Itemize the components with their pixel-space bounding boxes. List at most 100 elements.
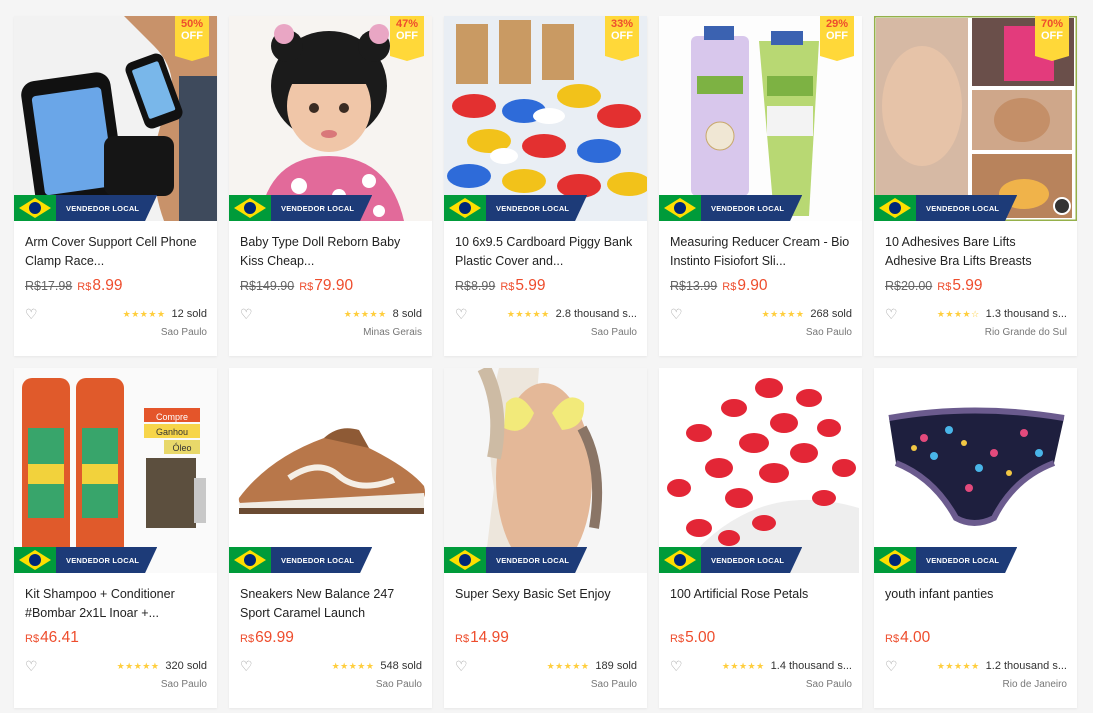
brazil-flag-icon	[229, 547, 271, 573]
brazil-flag-icon	[659, 547, 701, 573]
current-price: R$5.00	[670, 629, 715, 647]
product-name[interactable]: Kit Shampoo + Conditioner #Bombar 2x1L I…	[25, 585, 207, 623]
brazil-flag-icon	[444, 195, 486, 221]
product-name[interactable]: 100 Artificial Rose Petals	[670, 585, 852, 623]
product-name[interactable]: Sneakers New Balance 247 Sport Caramel L…	[240, 585, 422, 623]
sold-count: 2.8 thousand s...	[555, 308, 637, 320]
discount-percent: 33%	[610, 18, 634, 30]
product-image[interactable]: VENDEDOR LOCAL	[659, 368, 862, 573]
heart-icon[interactable]: ♡	[455, 307, 469, 321]
heart-icon[interactable]: ♡	[25, 307, 39, 321]
brazil-flag-icon	[229, 195, 271, 221]
product-name[interactable]: Super Sexy Basic Set Enjoy	[455, 585, 637, 623]
brazil-flag-icon	[659, 195, 701, 221]
currency-symbol: R$	[722, 281, 737, 293]
heart-icon[interactable]: ♡	[670, 307, 684, 321]
product-card[interactable]: Compre Ganhou Óleo VENDEDOR LOCAL Kit Sh…	[14, 368, 217, 708]
discount-off-label: OFF	[826, 29, 848, 42]
heart-icon[interactable]: ♡	[670, 659, 684, 673]
rating-stars-icon: ★★★★★	[721, 660, 765, 671]
video-icon[interactable]	[1053, 197, 1071, 215]
heart-icon[interactable]: ♡	[455, 659, 469, 673]
discount-badge: 50% OFF	[175, 16, 209, 61]
local-seller-banner: VENDEDOR LOCAL	[444, 195, 588, 221]
currency-symbol: R$	[77, 281, 92, 293]
heart-icon[interactable]: ♡	[885, 659, 899, 673]
location: Sao Paulo	[805, 679, 852, 690]
product-name[interactable]: Measuring Reducer Cream - Bio Instinto F…	[670, 233, 852, 271]
brazil-flag-icon	[874, 547, 916, 573]
discount-percent: 70%	[1040, 18, 1064, 30]
discount-off-label: OFF	[1041, 29, 1063, 42]
product-card[interactable]: 70% OFF VENDEDOR LOCAL 10 Adhesives Bare…	[874, 16, 1077, 356]
sold-count: 1.2 thousand s...	[985, 660, 1067, 672]
local-seller-banner: VENDEDOR LOCAL	[874, 547, 1018, 573]
product-image[interactable]: 29% OFF VENDEDOR LOCAL	[659, 16, 862, 221]
product-image[interactable]: VENDEDOR LOCAL	[874, 368, 1077, 573]
discount-badge: 47% OFF	[390, 16, 424, 61]
current-price: R$69.99	[240, 629, 294, 647]
product-image[interactable]: Compre Ganhou Óleo VENDEDOR LOCAL	[14, 368, 217, 573]
price-value: 4.00	[900, 629, 931, 646]
price-value: 5.00	[685, 629, 716, 646]
local-seller-banner: VENDEDOR LOCAL	[14, 547, 158, 573]
product-image[interactable]: VENDEDOR LOCAL	[444, 368, 647, 573]
product-image[interactable]: 70% OFF VENDEDOR LOCAL	[874, 16, 1077, 221]
seller-label: VENDEDOR LOCAL	[916, 195, 1018, 221]
product-card[interactable]: 33% OFF VENDEDOR LOCAL 10 6x9.5 Cardboar…	[444, 16, 647, 356]
discount-off-label: OFF	[181, 29, 203, 42]
product-name[interactable]: Arm Cover Support Cell Phone Clamp Race.…	[25, 233, 207, 271]
location: Sao Paulo	[590, 679, 637, 690]
promo-word: Compre	[156, 412, 188, 422]
price-value: 9.90	[737, 277, 768, 294]
heart-icon[interactable]: ♡	[240, 307, 254, 321]
seller-label: VENDEDOR LOCAL	[486, 547, 588, 573]
product-card[interactable]: VENDEDOR LOCAL youth infant panties R$4.…	[874, 368, 1077, 708]
discount-off-label: OFF	[611, 29, 633, 42]
location: Rio Grande do Sul	[984, 327, 1067, 338]
sold-count: 268 sold	[810, 308, 852, 320]
sold-count: 320 sold	[165, 660, 207, 672]
currency-symbol: R$	[500, 281, 515, 293]
current-price: R$4.00	[885, 629, 930, 647]
current-price: R$9.90	[722, 277, 767, 295]
price-value: 46.41	[40, 629, 79, 646]
local-seller-banner: VENDEDOR LOCAL	[874, 195, 1018, 221]
sold-count: 189 sold	[595, 660, 637, 672]
brazil-flag-icon	[14, 195, 56, 221]
product-image[interactable]: 33% OFF VENDEDOR LOCAL	[444, 16, 647, 221]
currency-symbol: R$	[25, 633, 40, 645]
product-image[interactable]: 50% OFF VENDEDOR LOCAL	[14, 16, 217, 221]
price-value: 5.99	[515, 277, 546, 294]
product-card[interactable]: VENDEDOR LOCAL Sneakers New Balance 247 …	[229, 368, 432, 708]
heart-icon[interactable]: ♡	[240, 659, 254, 673]
sold-count: 1.4 thousand s...	[770, 660, 852, 672]
brazil-flag-icon	[874, 195, 916, 221]
heart-icon[interactable]: ♡	[25, 659, 39, 673]
seller-label: VENDEDOR LOCAL	[701, 195, 803, 221]
product-image[interactable]: VENDEDOR LOCAL	[229, 368, 432, 573]
sold-count: 8 sold	[392, 308, 422, 320]
brazil-flag-icon	[14, 547, 56, 573]
current-price: R$8.99	[77, 277, 122, 295]
promo-word: Óleo	[172, 443, 191, 453]
product-card[interactable]: VENDEDOR LOCAL 100 Artificial Rose Petal…	[659, 368, 862, 708]
discount-percent: 29%	[825, 18, 849, 30]
product-grid: 50% OFF VENDEDOR LOCAL Arm Cover Support…	[14, 16, 1077, 708]
product-name[interactable]: 10 Adhesives Bare Lifts Adhesive Bra Lif…	[885, 233, 1067, 271]
product-name[interactable]: Baby Type Doll Reborn Baby Kiss Cheap...	[240, 233, 422, 271]
product-card[interactable]: 47% OFF VENDEDOR LOCAL Baby Type Doll Re…	[229, 16, 432, 356]
product-name[interactable]: 10 6x9.5 Cardboard Piggy Bank Plastic Co…	[455, 233, 637, 271]
rating-stars-icon: ★★★★★	[116, 660, 160, 671]
rating-stars-icon: ★★★★★	[331, 660, 375, 671]
brazil-flag-icon	[444, 547, 486, 573]
location: Rio de Janeiro	[1002, 679, 1067, 690]
product-card[interactable]: 29% OFF VENDEDOR LOCAL Measuring Reducer…	[659, 16, 862, 356]
product-name[interactable]: youth infant panties	[885, 585, 1067, 623]
heart-icon[interactable]: ♡	[885, 307, 899, 321]
original-price: R$13.99	[670, 279, 718, 293]
product-card[interactable]: 50% OFF VENDEDOR LOCAL Arm Cover Support…	[14, 16, 217, 356]
price-value: 14.99	[470, 629, 509, 646]
product-card[interactable]: VENDEDOR LOCAL Super Sexy Basic Set Enjo…	[444, 368, 647, 708]
product-image[interactable]: 47% OFF VENDEDOR LOCAL	[229, 16, 432, 221]
